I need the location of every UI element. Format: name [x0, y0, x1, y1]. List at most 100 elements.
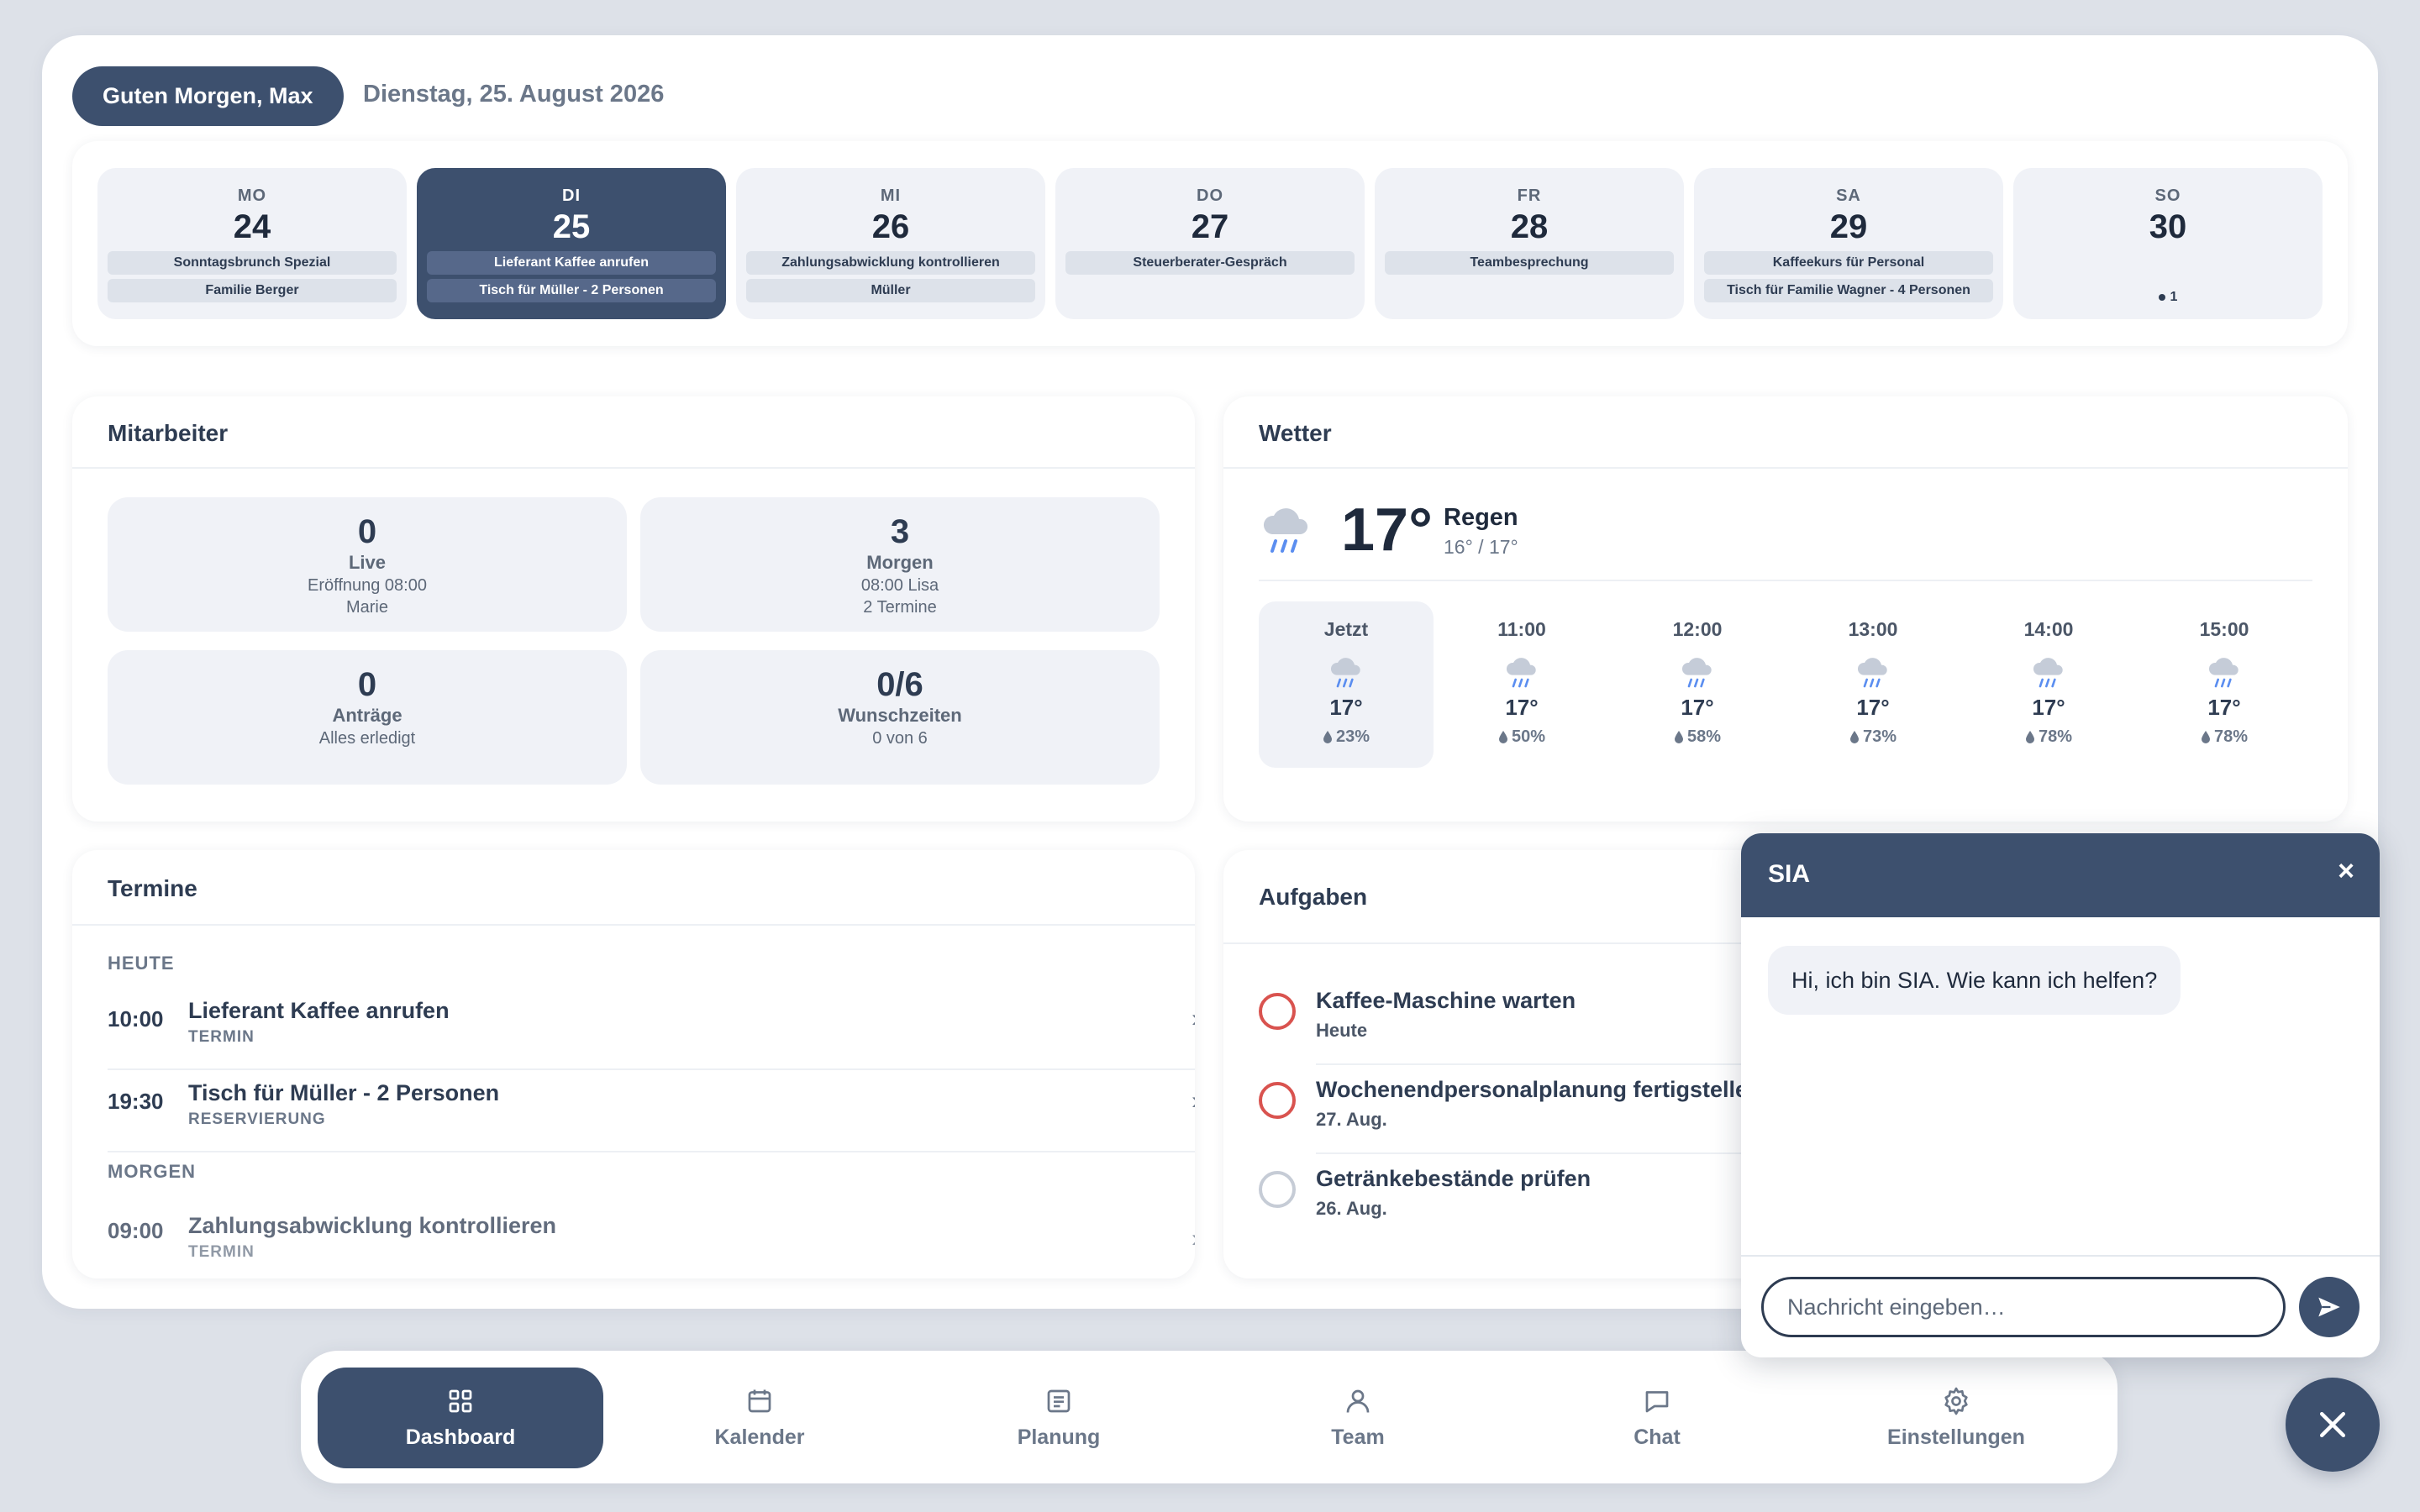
task-checkbox[interactable] [1259, 993, 1296, 1030]
nav-dashboard[interactable]: Dashboard [318, 1368, 603, 1468]
send-icon [2318, 1297, 2340, 1317]
day-name: DI [562, 186, 581, 205]
day-date: 30 [2149, 208, 2187, 245]
drop-icon [1849, 731, 1859, 743]
task-checkbox[interactable] [1259, 1082, 1296, 1119]
list-icon [1047, 1389, 1071, 1413]
day-event[interactable]: Zahlungsabwicklung kontrollieren [746, 251, 1035, 275]
divider [72, 924, 1195, 926]
day-name: SO [2154, 186, 2181, 205]
day-fr[interactable]: FR 28 Teambesprechung [1375, 168, 1684, 319]
day-do[interactable]: DO 27 Steuerberater-Gespräch [1055, 168, 1365, 319]
chat-panel: SIA × Hi, ich bin SIA. Wie kann ich helf… [1741, 833, 2380, 1357]
chat-header: SIA × [1741, 833, 2380, 917]
day-date: 29 [1829, 208, 1868, 245]
rain-cloud-icon [1681, 658, 1712, 688]
section-tomorrow: MORGEN [108, 1161, 196, 1182]
divider [1259, 580, 2312, 581]
day-event[interactable]: Lieferant Kaffee anrufen [427, 251, 716, 275]
close-icon[interactable]: × [2338, 855, 2354, 888]
day-date: 28 [1510, 208, 1549, 245]
day-sa[interactable]: SA 29 Kaffeekurs für Personal Tisch für Fa… [1694, 168, 2003, 319]
rain-cloud-icon [1857, 658, 1887, 688]
weather-desc: Regen [1444, 504, 1518, 531]
rain-cloud-icon [1506, 658, 1536, 688]
appointments-title: Termine [108, 875, 197, 901]
greeting-pill: Guten Morgen, Max [72, 66, 344, 126]
day-event[interactable]: Teambesprechung [1385, 251, 1674, 275]
day-event[interactable]: Steuerberater-Gespräch [1065, 251, 1355, 275]
chevron-right-icon: › [1192, 1087, 1195, 1116]
day-so[interactable]: SO 30 1 [2013, 168, 2323, 319]
stat-wishes[interactable]: 0/6 Wunschzeiten 0 von 6 [640, 650, 1160, 785]
divider [72, 467, 1195, 469]
day-name: MI [880, 186, 902, 205]
weather-title: Wetter [1259, 420, 1332, 446]
rain-cloud-icon [1330, 658, 1360, 688]
day-date: 24 [233, 208, 271, 245]
grid-icon [449, 1389, 472, 1413]
day-mi[interactable]: MI 26 Zahlungsabwicklung kontrollieren Mül… [736, 168, 1045, 319]
chat-assistant-name: SIA [1768, 860, 1811, 888]
drop-icon [1498, 731, 1507, 743]
day-name: MO [237, 186, 267, 205]
nav-chat[interactable]: Chat [1514, 1368, 1800, 1468]
more-events-indicator: 1 [2013, 290, 2323, 305]
divider [1223, 467, 2348, 469]
day-event[interactable]: Müller [746, 279, 1035, 302]
day-name: DO [1197, 186, 1223, 205]
day-date: 27 [1191, 208, 1229, 245]
send-button[interactable] [2299, 1277, 2360, 1337]
stat-requests[interactable]: 0 Anträge Alles erledigt [108, 650, 627, 785]
hourly-forecast: 13:00 17° 73% [1848, 618, 1898, 746]
hourly-forecast: Jetzt 17° 23% [1259, 601, 1434, 768]
nav-team[interactable]: Team [1215, 1368, 1501, 1468]
week-strip: MO 24 Sonntagsbrunch Spezial Familie Berge… [72, 141, 2348, 346]
chevron-right-icon: › [1192, 1005, 1195, 1033]
current-date: Dienstag, 25. August 2026 [363, 81, 665, 108]
gear-icon [1944, 1387, 1968, 1415]
weather-card: Wetter 17° Regen 16° / 17° Jetzt 17° 23%… [1223, 396, 2348, 822]
appointment-row[interactable]: 10:00 Lieferant Kaffee anrufen TERMIN › [108, 988, 1195, 1070]
appointment-row[interactable]: 09:00 Zahlungsabwicklung kontrollieren T… [108, 1196, 1195, 1263]
staff-card: Mitarbeiter 0 Live Eröffnung 08:00 Marie… [72, 396, 1195, 822]
day-event[interactable]: Tisch für Familie Wagner - 4 Personen [1704, 279, 1993, 302]
person-icon [1346, 1389, 1370, 1413]
nav-planning[interactable]: Planung [916, 1368, 1202, 1468]
staff-title: Mitarbeiter [108, 420, 229, 446]
day-di[interactable]: DI 25 Lieferant Kaffee anrufen Tisch für M… [417, 168, 726, 319]
rain-cloud-icon [2208, 658, 2238, 688]
appointments-card: Termine HEUTE 10:00 Lieferant Kaffee anr… [72, 850, 1195, 1278]
nav-settings[interactable]: Einstellungen [1813, 1368, 2099, 1468]
hourly-forecast: 11:00 17° 50% [1497, 618, 1546, 746]
section-today: HEUTE [108, 953, 175, 974]
stat-live[interactable]: 0 Live Eröffnung 08:00 Marie [108, 497, 627, 632]
chat-icon [1645, 1391, 1669, 1413]
day-event[interactable]: Sonntagsbrunch Spezial [108, 251, 397, 275]
day-event[interactable]: Tisch für Müller - 2 Personen [427, 279, 716, 302]
weather-temp: 17° [1341, 496, 1433, 564]
drop-icon [1323, 731, 1332, 743]
calendar-icon [748, 1389, 771, 1413]
day-mo[interactable]: MO 24 Sonntagsbrunch Spezial Familie Berge… [97, 168, 407, 319]
stat-tomorrow[interactable]: 3 Morgen 08:00 Lisa 2 Termine [640, 497, 1160, 632]
day-name: FR [1517, 186, 1542, 205]
chat-message: Hi, ich bin SIA. Wie kann ich helfen? [1768, 946, 2181, 1015]
chat-toggle-button[interactable] [2286, 1378, 2380, 1472]
hourly-forecast: 12:00 17° 58% [1672, 618, 1723, 746]
task-checkbox[interactable] [1259, 1171, 1296, 1208]
day-event[interactable]: Kaffeekurs für Personal [1704, 251, 1993, 275]
day-date: 25 [552, 208, 591, 245]
day-name: SA [1836, 186, 1861, 205]
day-date: 26 [871, 208, 910, 245]
day-event[interactable]: Familie Berger [108, 279, 397, 302]
chat-input[interactable] [1761, 1277, 2286, 1337]
drop-icon [2201, 731, 2210, 743]
appointment-row[interactable]: 19:30 Tisch für Müller - 2 Personen RESE… [108, 1070, 1195, 1152]
hourly-forecast: 14:00 17° 78% [2023, 618, 2074, 746]
bottom-nav: Dashboard Kalender Planung Team Chat Ein… [301, 1351, 2118, 1483]
nav-calendar[interactable]: Kalender [617, 1368, 902, 1468]
tasks-title: Aufgaben [1259, 884, 1368, 910]
hourly-forecast: 15:00 17° 78% [2199, 618, 2249, 746]
rain-cloud-icon [2033, 658, 2063, 688]
